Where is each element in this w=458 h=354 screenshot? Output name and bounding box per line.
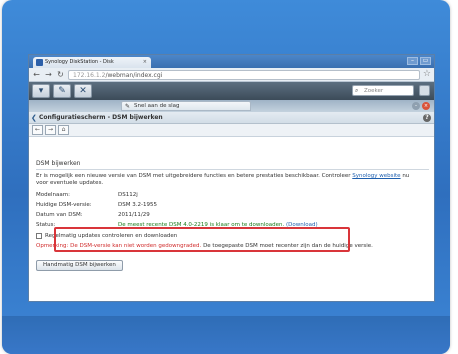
browser-titlebar: Synology DiskStation - Disk × – ▭ <box>29 55 434 68</box>
url-host: 172.16.1.2 <box>73 71 106 79</box>
maximize-button[interactable]: ▭ <box>420 57 431 65</box>
version-row: Huidige DSM-versie: DSM 3.2-1955 <box>36 201 429 210</box>
control-panel-titlebar: ❮ Configuratiescherm - DSM bijwerken ? <box>29 112 434 124</box>
forward-arrow-icon[interactable]: → <box>44 70 53 80</box>
manual-update-button[interactable]: Handmatig DSM bijwerken <box>36 260 123 271</box>
help-icon[interactable]: ? <box>423 114 431 122</box>
back-chevron-icon[interactable]: ❮ <box>31 112 37 124</box>
version-label: Huidige DSM-versie: <box>36 202 92 208</box>
blue-frame-bottom <box>2 316 450 354</box>
nav-home-button[interactable]: ⌂ <box>58 125 69 135</box>
widget-minimize-icon[interactable]: – <box>412 102 420 110</box>
tab-close-icon[interactable]: × <box>143 57 147 68</box>
model-value: DS112j <box>118 192 138 198</box>
dsm-taskbar: ▾ ✎ ✕ ⌕ Zoeker <box>29 82 434 100</box>
intro-text: Er is mogelijk een nieuwe versie van DSM… <box>36 173 421 187</box>
browser-tab[interactable]: Synology DiskStation - Disk × <box>33 57 151 68</box>
control-panel-nav: ← → ⌂ <box>29 124 434 137</box>
search-icon: ⌕ <box>355 87 359 94</box>
synology-website-link[interactable]: Synology website <box>352 173 400 179</box>
bookmark-star-icon[interactable]: ☆ <box>423 69 431 79</box>
user-icon[interactable] <box>419 85 430 96</box>
show-desktop-button[interactable]: ▾ <box>32 84 50 98</box>
desktop-strip: ✎ Snel aan de slag – × <box>29 100 434 112</box>
back-arrow-icon[interactable]: ← <box>32 70 41 80</box>
url-input[interactable]: 172.16.1.2/webman/index.cgi <box>68 69 420 80</box>
widget-controls: – × <box>412 102 430 110</box>
intro-sentence: Er is mogelijk een nieuwe versie van DSM… <box>36 173 351 179</box>
control-panel-button[interactable]: ✕ <box>74 84 92 98</box>
date-label: Datum van DSM: <box>36 212 83 218</box>
main-menu-button[interactable]: ✎ <box>53 84 71 98</box>
version-value: DSM 3.2-1955 <box>118 202 157 208</box>
address-bar: ← → ↻ 172.16.1.2/webman/index.cgi ☆ <box>29 68 434 82</box>
model-label: Modelnaam: <box>36 192 70 198</box>
status-highlight-box <box>54 227 350 252</box>
widget-close-icon[interactable]: × <box>422 102 430 110</box>
control-panel-title: Configuratiescherm - DSM bijwerken <box>39 114 163 121</box>
date-row: Datum van DSM: 2011/11/29 <box>36 211 429 220</box>
search-input[interactable]: ⌕ Zoeker <box>352 85 414 96</box>
date-value: 2011/11/29 <box>118 212 150 218</box>
pen-icon: ✎ <box>125 103 131 110</box>
model-row: Modelnaam: DS112j <box>36 191 429 200</box>
section-title: DSM bijwerken <box>36 160 429 170</box>
minimize-button[interactable]: – <box>407 57 418 65</box>
search-placeholder: Zoeker <box>364 88 384 94</box>
auto-update-checkbox[interactable] <box>36 232 42 239</box>
url-path: /webman/index.cgi <box>105 71 163 79</box>
synology-favicon-icon <box>36 59 43 66</box>
nav-back-button[interactable]: ← <box>32 125 43 135</box>
window-controls: – ▭ <box>407 57 431 65</box>
reload-icon[interactable]: ↻ <box>56 70 65 80</box>
tab-title: Synology DiskStation - Disk <box>45 59 114 65</box>
quick-start-title: Snel aan de slag <box>134 103 180 109</box>
browser-window: Synology DiskStation - Disk × – ▭ ← → ↻ … <box>28 54 435 302</box>
quick-start-widget[interactable]: ✎ Snel aan de slag <box>121 101 251 111</box>
nav-forward-button[interactable]: → <box>45 125 56 135</box>
